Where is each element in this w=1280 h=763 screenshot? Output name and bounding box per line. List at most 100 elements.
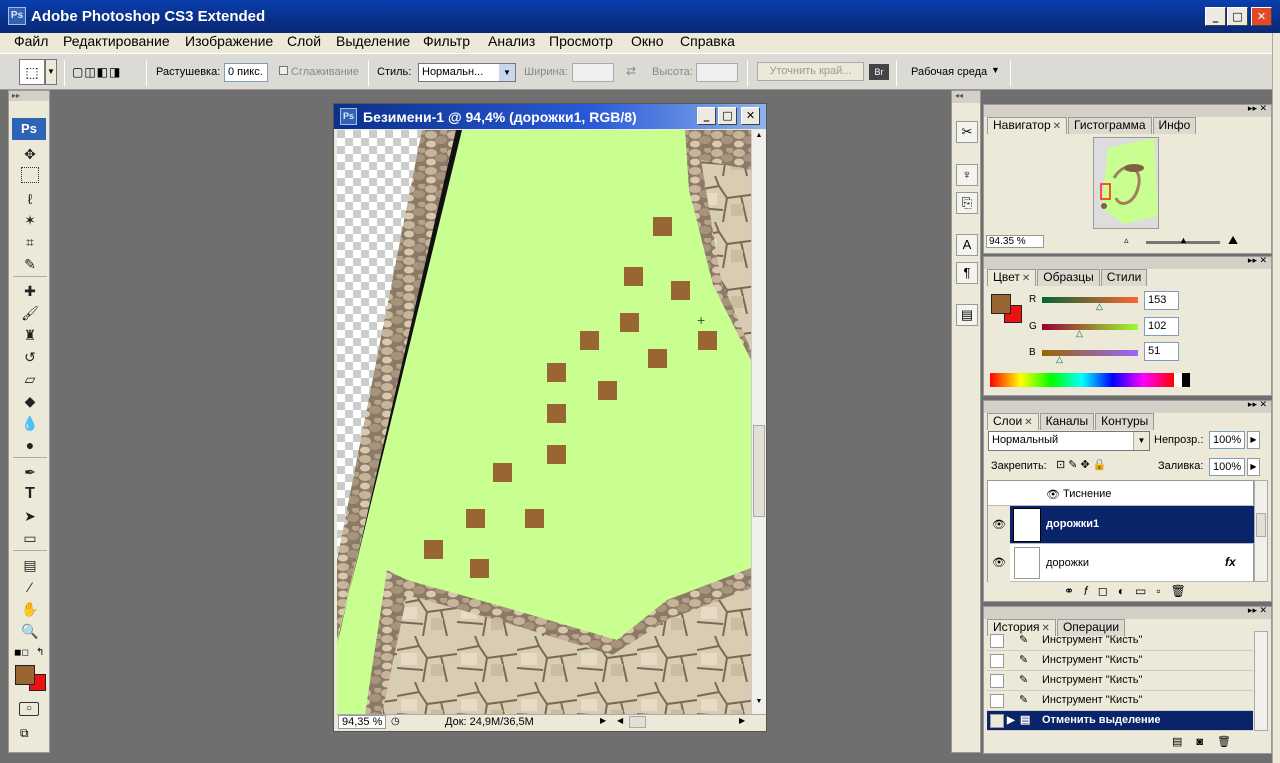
marquee-tool-icon[interactable] bbox=[21, 167, 39, 183]
paint-bucket-tool-icon[interactable]: ◆ bbox=[19, 391, 41, 411]
zoom-in-icon[interactable]: ⛰ bbox=[1228, 233, 1238, 248]
workspace-label[interactable]: Рабочая среда bbox=[911, 65, 987, 79]
close-button[interactable]: ✕ bbox=[1251, 7, 1272, 26]
history-item-selected[interactable]: ▶ ▤ Отменить выделение bbox=[987, 711, 1253, 731]
scroll-up-icon[interactable]: ▲ bbox=[753, 132, 765, 144]
close-icon[interactable]: ✕ bbox=[1024, 417, 1032, 428]
menu-analysis[interactable]: Анализ bbox=[487, 33, 536, 53]
notes-tool-icon[interactable]: ▤ bbox=[19, 555, 41, 575]
eyedropper-tool-icon[interactable]: ⁄ bbox=[19, 577, 41, 597]
status-info-icon[interactable]: ◷ bbox=[391, 716, 400, 727]
menu-image[interactable]: Изображение bbox=[184, 33, 274, 53]
history-snapshot-checkbox[interactable] bbox=[990, 634, 1004, 648]
chevron-down-icon[interactable]: ▼ bbox=[1133, 432, 1149, 450]
opacity-arrow-icon[interactable]: ▶ bbox=[1247, 431, 1260, 449]
scroll-down-icon[interactable]: ▼ bbox=[753, 698, 765, 710]
tab-styles[interactable]: Стили bbox=[1100, 269, 1148, 286]
layers-footer-icons[interactable]: ⚭𝑓◻◐▭▫🗑 bbox=[1064, 584, 1196, 599]
navigator-zoom-field[interactable]: 94.35 % bbox=[986, 235, 1044, 248]
lasso-tool-icon[interactable]: ℓ bbox=[19, 189, 41, 209]
pen-tool-icon[interactable]: ✒ bbox=[19, 462, 41, 482]
tab-histogram[interactable]: Гистограмма bbox=[1068, 117, 1152, 134]
clone-stamp-tool-icon[interactable]: ♜ bbox=[19, 325, 41, 345]
green-slider[interactable] bbox=[1042, 324, 1138, 330]
status-menu-icon[interactable]: ▶ bbox=[600, 716, 606, 725]
layer-comps-icon[interactable]: ▤ bbox=[956, 304, 978, 326]
history-snapshot-checkbox[interactable] bbox=[990, 674, 1004, 688]
eye-icon[interactable]: 👁 bbox=[1046, 488, 1060, 501]
menu-view[interactable]: Просмотр bbox=[548, 33, 614, 53]
history-item[interactable]: ✎ Инструмент "Кисть" bbox=[987, 631, 1253, 651]
layer-effect-row[interactable]: 👁 Тиснение bbox=[988, 481, 1255, 506]
doc-close-button[interactable]: ✕ bbox=[741, 107, 760, 125]
vertical-scrollbar[interactable]: ▲ ▼ bbox=[751, 130, 766, 714]
brush-tool-icon[interactable]: 🖌 bbox=[19, 303, 41, 323]
type-tool-icon[interactable]: T bbox=[19, 484, 41, 504]
zoom-field[interactable]: 94,35 % bbox=[338, 715, 386, 729]
maximize-button[interactable]: □ bbox=[1227, 7, 1248, 26]
chevron-down-icon[interactable]: ▼ bbox=[991, 65, 1000, 75]
foreground-color-swatch[interactable] bbox=[991, 294, 1011, 314]
collapse-icon[interactable]: ▸▸ bbox=[9, 91, 49, 101]
character-panel-icon[interactable]: A bbox=[956, 234, 978, 256]
close-icon[interactable]: ✕ bbox=[1053, 121, 1061, 132]
horizontal-scroll-thumb[interactable] bbox=[629, 716, 646, 728]
history-brush-tool-icon[interactable]: ↺ bbox=[19, 347, 41, 367]
brushes-panel-icon[interactable]: ♆ bbox=[956, 164, 978, 186]
antialias-checkbox[interactable] bbox=[279, 66, 288, 75]
tab-layers[interactable]: Слои ✕ bbox=[987, 413, 1039, 430]
history-item[interactable]: ✎ Инструмент "Кисть" bbox=[987, 651, 1253, 671]
slice-tool-icon[interactable]: ✎ bbox=[19, 254, 41, 274]
clone-source-icon[interactable]: ⎘ bbox=[956, 192, 978, 214]
lock-icons[interactable]: ⊡ ✎ ✥ 🔒 bbox=[1056, 458, 1107, 471]
tab-paths[interactable]: Контуры bbox=[1095, 413, 1155, 430]
eye-icon[interactable]: 👁 bbox=[988, 506, 1010, 544]
doc-minimize-button[interactable]: _ bbox=[697, 107, 716, 125]
menu-layer[interactable]: Слой bbox=[286, 33, 322, 53]
bridge-icon[interactable]: Br bbox=[869, 64, 889, 80]
history-item[interactable]: ✎ Инструмент "Кисть" bbox=[987, 691, 1253, 711]
blend-mode-select[interactable]: Нормальный ▼ bbox=[988, 431, 1150, 451]
paragraph-panel-icon[interactable]: ¶ bbox=[956, 262, 978, 284]
collapse-icon[interactable]: ◂◂ bbox=[952, 91, 980, 103]
navigator-thumbnail[interactable] bbox=[1093, 137, 1159, 229]
minimize-button[interactable]: _ bbox=[1205, 7, 1226, 26]
chevron-down-icon[interactable]: ▼ bbox=[499, 64, 515, 81]
history-scrollbar[interactable] bbox=[1254, 631, 1268, 731]
menu-help[interactable]: Справка bbox=[679, 33, 736, 53]
feather-input[interactable]: 0 пикс. bbox=[224, 63, 268, 82]
foreground-color-swatch[interactable] bbox=[15, 665, 35, 685]
rectangle-tool-icon[interactable]: ▭ bbox=[19, 528, 41, 548]
menu-edit[interactable]: Редактирование bbox=[62, 33, 171, 53]
slider-handle-icon[interactable]: ▲ bbox=[1179, 235, 1188, 245]
zoom-out-icon[interactable]: ▵ bbox=[1124, 235, 1129, 246]
fill-arrow-icon[interactable]: ▶ bbox=[1247, 458, 1260, 476]
color-ramp[interactable] bbox=[990, 373, 1190, 387]
menu-select[interactable]: Выделение bbox=[335, 33, 411, 53]
layers-scrollbar[interactable] bbox=[1254, 480, 1268, 582]
tool-presets-icon[interactable]: ✂ bbox=[956, 121, 978, 143]
image-canvas[interactable]: + bbox=[337, 130, 751, 714]
move-tool-icon[interactable]: ✥ bbox=[19, 144, 41, 164]
marquee-preset-icon[interactable]: ⬚ bbox=[19, 59, 45, 85]
hand-tool-icon[interactable]: ✋ bbox=[19, 599, 41, 619]
tab-navigator[interactable]: Навигатор ✕ bbox=[987, 117, 1068, 134]
menu-file[interactable]: Файл bbox=[13, 33, 49, 53]
scroll-left-icon[interactable]: ◀ bbox=[617, 716, 623, 725]
menu-window[interactable]: Окно bbox=[630, 33, 665, 53]
red-slider[interactable] bbox=[1042, 297, 1138, 303]
layers-scroll-thumb[interactable] bbox=[1256, 513, 1266, 537]
path-selection-tool-icon[interactable]: ➤ bbox=[19, 506, 41, 526]
chevron-down-icon[interactable]: ▼ bbox=[45, 59, 57, 85]
history-item[interactable]: ✎ Инструмент "Кисть" bbox=[987, 671, 1253, 691]
tab-swatches[interactable]: Образцы bbox=[1037, 269, 1100, 286]
screen-mode-icon[interactable]: ⧉ bbox=[20, 726, 29, 741]
menu-filter[interactable]: Фильтр bbox=[422, 33, 471, 53]
magic-wand-tool-icon[interactable]: ✶ bbox=[19, 210, 41, 230]
swap-icon[interactable]: ⇄ bbox=[626, 64, 636, 78]
green-value-input[interactable]: 102 bbox=[1144, 317, 1179, 336]
tab-info[interactable]: Инфо bbox=[1152, 117, 1197, 134]
slider-handle-icon[interactable]: △ bbox=[1056, 354, 1063, 365]
dodge-tool-icon[interactable]: ● bbox=[19, 435, 41, 455]
fill-input[interactable]: 100% bbox=[1209, 458, 1245, 476]
